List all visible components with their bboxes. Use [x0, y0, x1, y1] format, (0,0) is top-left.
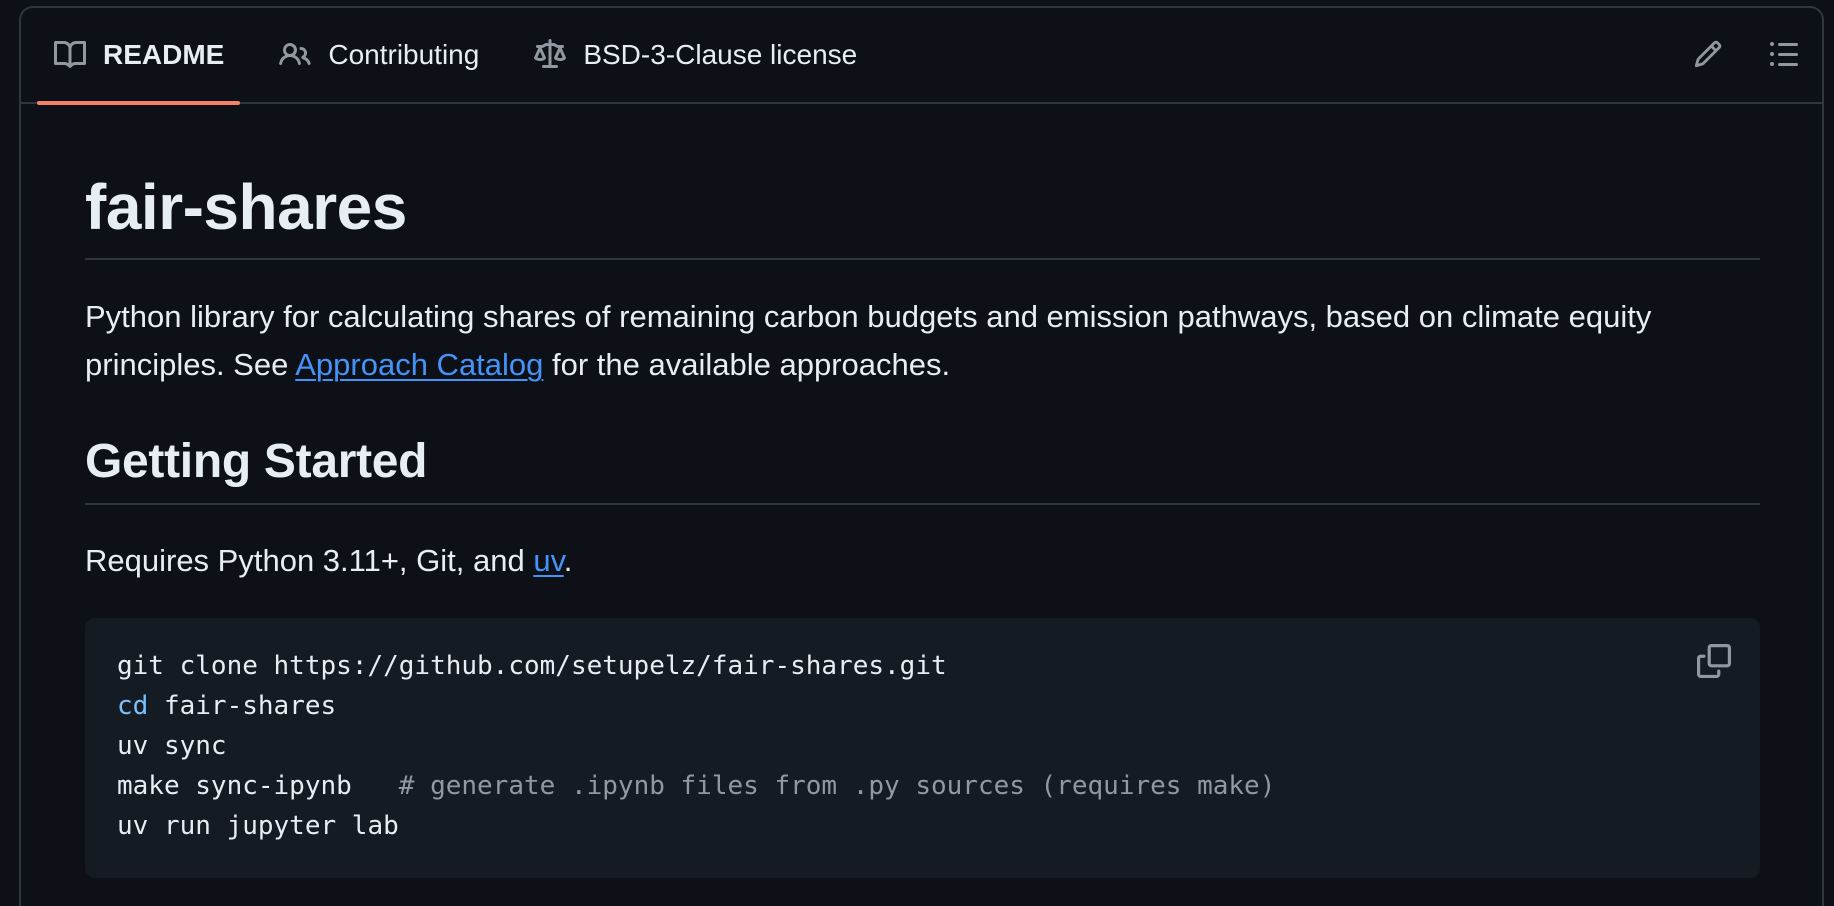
edit-button[interactable]	[1684, 32, 1732, 80]
requirements-text-end: .	[563, 542, 573, 578]
code-line: cd fair-shares	[117, 686, 1728, 726]
tab-contributing[interactable]: Contributing	[262, 8, 495, 103]
code-text: make sync-ipynb	[117, 770, 399, 801]
code-comment: # generate .ipynb files from .py sources…	[398, 770, 1276, 801]
requirements-text: Requires Python 3.11+, Git, and uv.	[85, 537, 1760, 585]
people-icon	[278, 38, 312, 72]
book-icon	[53, 38, 87, 72]
readme-title: fair-shares	[85, 104, 1760, 261]
uv-link[interactable]: uv	[533, 543, 563, 578]
getting-started-heading: Getting Started	[85, 433, 1760, 505]
readme-panel: README Contributing BSD-3-Clause license	[19, 6, 1824, 906]
code-line: uv run jupyter lab	[117, 810, 399, 841]
tab-readme-label: README	[103, 39, 225, 70]
law-icon	[533, 38, 567, 72]
tab-bar: README Contributing BSD-3-Clause license	[21, 8, 1822, 105]
copy-button[interactable]	[1694, 644, 1734, 684]
readme-content: fair-shares Python library for calculati…	[21, 104, 1822, 878]
tab-readme[interactable]: README	[37, 8, 241, 105]
list-icon	[1768, 38, 1800, 75]
tab-actions	[1656, 8, 1808, 104]
tab-contributing-label: Contributing	[328, 39, 480, 70]
approach-catalog-link[interactable]: Approach Catalog	[295, 347, 543, 382]
tab-license-label: BSD-3-Clause license	[583, 39, 858, 70]
copy-icon	[1697, 644, 1731, 683]
description-text-end: for the available approaches.	[543, 347, 951, 383]
readme-description: Python library for calculating shares of…	[85, 293, 1760, 389]
outline-button[interactable]	[1760, 32, 1808, 80]
code-text: fair-shares	[148, 690, 337, 721]
code-block[interactable]: git clone https://github.com/setupelz/fa…	[85, 617, 1760, 878]
requirements-text-start: Requires Python 3.11+, Git, and	[85, 542, 534, 578]
code-line: uv sync	[117, 730, 227, 761]
code-line: git clone https://github.com/setupelz/fa…	[117, 650, 947, 681]
pencil-icon	[1693, 39, 1723, 74]
code-keyword: cd	[117, 690, 149, 721]
code-line: make sync-ipynb # generate .ipynb files …	[117, 766, 1728, 806]
tab-license[interactable]: BSD-3-Clause license	[517, 8, 873, 103]
